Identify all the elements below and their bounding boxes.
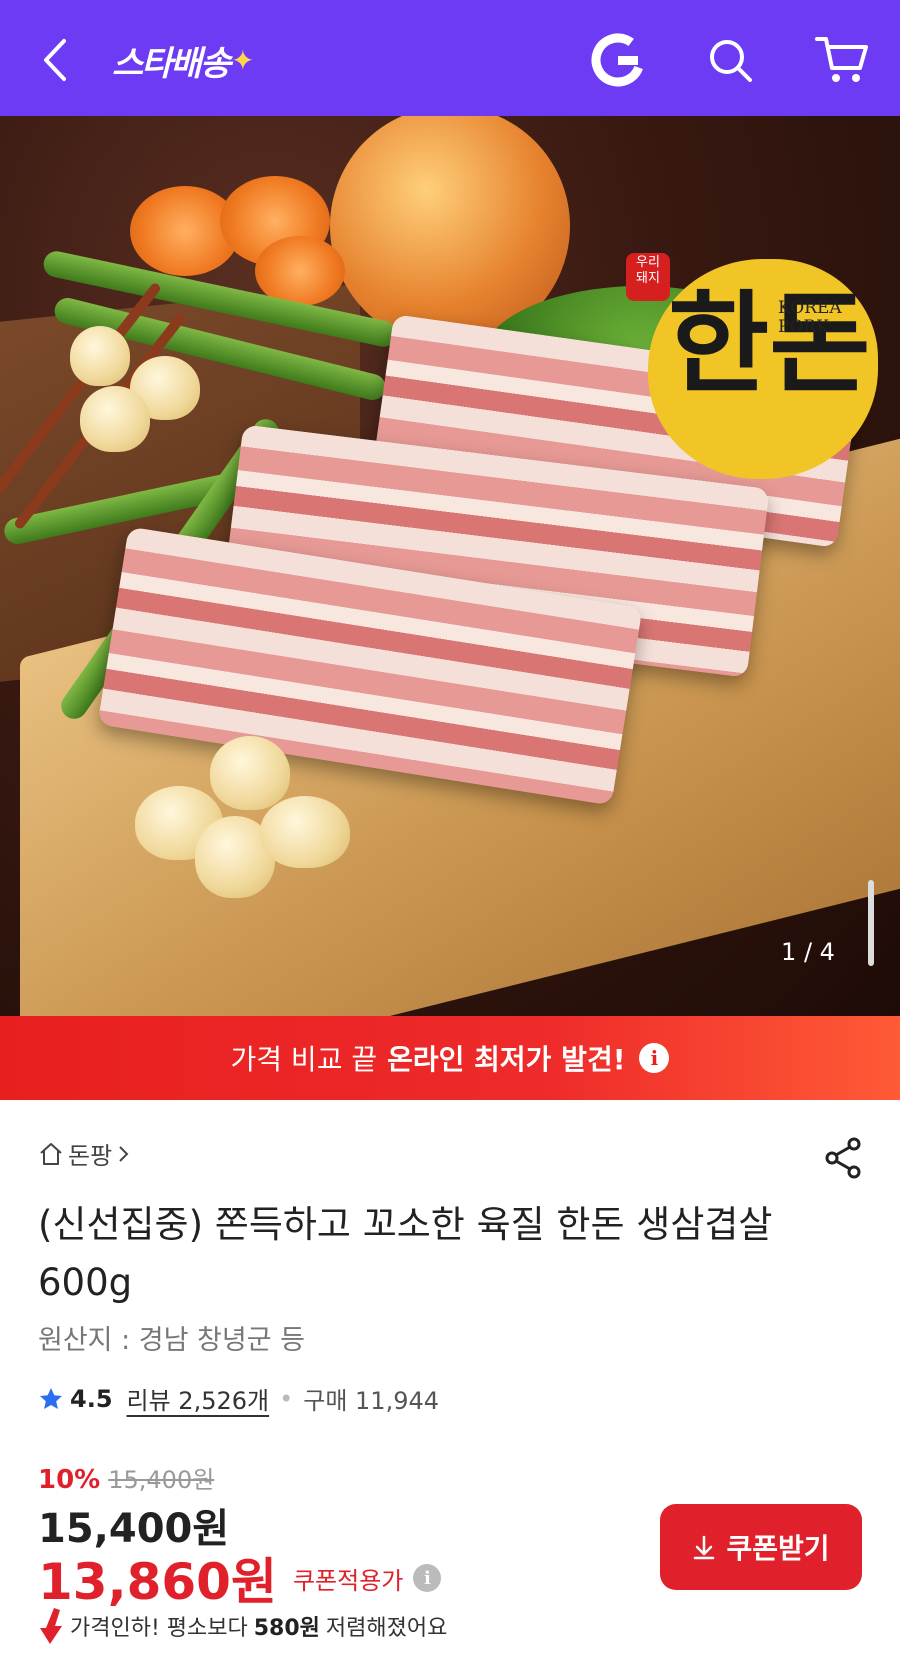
cart-button[interactable]	[810, 30, 874, 90]
discount-row: 10% 15,400원	[38, 1460, 214, 1495]
review-count-link[interactable]: 리뷰 2,526개	[127, 1381, 270, 1416]
info-icon[interactable]: i	[639, 1043, 670, 1073]
origin-text: 원산지 : 경남 창녕군 등	[38, 1325, 305, 1356]
back-arrow-icon	[44, 39, 66, 81]
promo-prefix: 가격 비교 끝	[230, 1043, 378, 1076]
chevron-right-icon	[119, 1145, 129, 1162]
app-header: 스타배송 ✦	[0, 0, 900, 116]
coupon-price: 13,860원	[38, 1553, 277, 1611]
home-icon	[40, 1142, 62, 1165]
lowest-price-banner[interactable]: 가격 비교 끝 온라인 최저가 발견! i	[0, 1016, 900, 1100]
original-price: 15,400원	[108, 1466, 215, 1494]
rating-row: 4.5 리뷰 2,526개 • 구매 11,944	[38, 1381, 439, 1416]
gmarket-g-icon	[591, 33, 645, 87]
coupon-price-row: 13,860원 쿠폰적용가 i	[38, 1542, 442, 1614]
garlic-clove-image	[80, 386, 150, 452]
seller-breadcrumb[interactable]: 돈팡	[38, 1136, 136, 1171]
hanDon-brand-badge: 우리 돼지 한돈 KOREA PORK	[626, 253, 878, 479]
rating-score: 4.5	[70, 1384, 113, 1413]
coupon-info-icon[interactable]: i	[413, 1564, 442, 1592]
drop-amount: 580원	[253, 1616, 320, 1641]
image-pager: 1 / 4	[781, 938, 835, 966]
price-drop-notice: 가격인하! 평소보다 580원 저렴해졌어요	[36, 1606, 447, 1646]
discount-percent: 10%	[38, 1465, 101, 1495]
share-icon	[825, 1137, 861, 1179]
search-icon	[710, 40, 752, 82]
search-button[interactable]	[700, 30, 760, 90]
coupon-price-label: 쿠폰적용가	[292, 1566, 404, 1595]
logo-text: 스타배송	[112, 43, 231, 84]
get-coupon-button[interactable]: 쿠폰받기	[660, 1504, 862, 1590]
star-icon	[40, 1387, 62, 1409]
drop-suffix: 저렴해졌어요	[325, 1616, 448, 1641]
product-title: (신선집중) 쫀득하고 꼬소한 육질 한돈 생삼겹살 600g	[38, 1203, 773, 1304]
seller-name: 돈팡	[68, 1142, 113, 1170]
coupon-button-label: 쿠폰받기	[726, 1532, 830, 1565]
garlic-clove-image	[210, 736, 290, 810]
gmarket-home-button[interactable]	[588, 30, 648, 90]
drop-prefix: 가격인하! 평소보다	[70, 1616, 248, 1641]
image-scroll-indicator	[868, 880, 874, 966]
price-drop-arrow-icon	[40, 1608, 62, 1644]
promo-highlight: 온라인 최저가 발견!	[387, 1043, 626, 1076]
share-button[interactable]	[820, 1134, 868, 1182]
purchase-count: 구매 11,944	[303, 1387, 440, 1415]
download-arrow-icon	[694, 1535, 715, 1560]
korea-pork-text: KOREA PORK	[778, 298, 842, 337]
back-button[interactable]	[30, 30, 80, 90]
garlic-clove-image	[260, 796, 350, 868]
garlic-clove-image	[70, 326, 130, 386]
star-delivery-logo[interactable]: 스타배송 ✦	[112, 38, 255, 84]
sparkle-icon: ✦	[231, 43, 255, 77]
woori-dwaeji-seal: 우리 돼지	[626, 253, 670, 301]
product-image-carousel[interactable]: 우리 돼지 한돈 KOREA PORK 1 / 4	[0, 116, 900, 1016]
cart-icon	[815, 37, 868, 82]
separator-dot: •	[279, 1384, 294, 1413]
